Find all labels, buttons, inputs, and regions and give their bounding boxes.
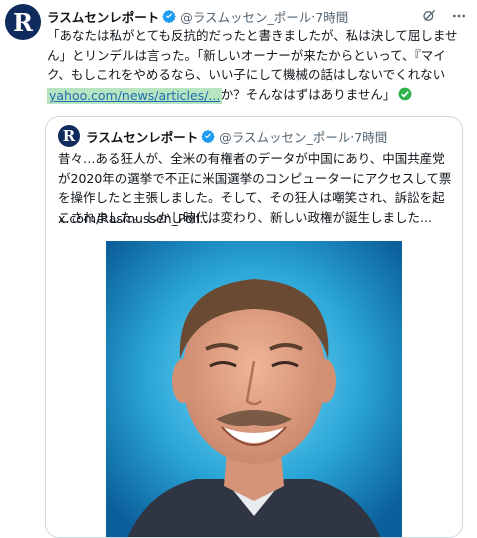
quoted-author-name[interactable]: ラスムセンレポート: [86, 127, 198, 146]
tweet-header: ラスムセンレポート @ラスムッセン_ポール · 7時間: [47, 6, 467, 26]
quoted-tweet-header: R ラスムセンレポート @ラスムッセン_ポール · 7時間: [58, 125, 387, 147]
quoted-verified-badge-icon: [201, 129, 216, 143]
more-icon[interactable]: [451, 8, 467, 24]
check-emoji-icon: [398, 87, 412, 101]
quoted-tweet-card[interactable]: R ラスムセンレポート @ラスムッセン_ポール · 7時間 昔々…ある狂人が、全…: [45, 116, 463, 538]
author-avatar[interactable]: R: [5, 4, 41, 40]
quoted-tweet-photo[interactable]: [106, 241, 402, 538]
verified-badge-icon: [162, 9, 177, 23]
quoted-author-handle[interactable]: @ラスムッセン_ポール: [219, 127, 350, 146]
grok-icon[interactable]: [421, 8, 437, 24]
avatar-letter: R: [13, 7, 33, 37]
article-link[interactable]: yahoo.com/news/articles/...: [47, 88, 223, 104]
quoted-tweet-url[interactable]: x.com/Rasmussen_Poll...: [58, 209, 211, 229]
quoted-post-time[interactable]: 7時間: [354, 127, 387, 146]
author-name[interactable]: ラスムセンレポート: [47, 7, 159, 26]
quoted-author-avatar[interactable]: R: [58, 125, 80, 147]
author-handle[interactable]: @ラスムッセン_ポール: [180, 7, 311, 26]
quoted-avatar-letter: R: [62, 127, 76, 145]
post-time[interactable]: 7時間: [315, 7, 348, 26]
